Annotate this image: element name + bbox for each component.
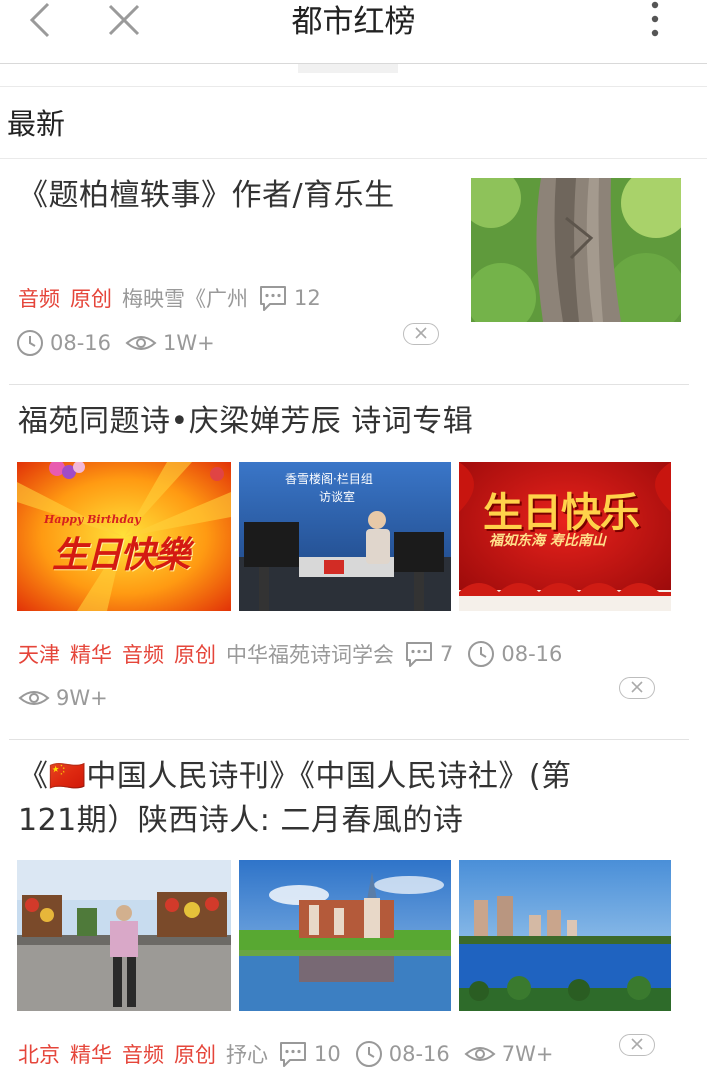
close-icon: [631, 1038, 643, 1050]
clock-icon: [468, 641, 495, 667]
dismiss-button[interactable]: [619, 677, 655, 699]
comment-count: 12: [294, 286, 321, 310]
article-image[interactable]: 香雪楼阁·栏目组 访谈室: [239, 462, 451, 611]
tag: 天津: [18, 643, 60, 667]
tag: 原创: [70, 287, 112, 311]
article-source: 中华福苑诗词学会: [226, 643, 394, 667]
divider: [0, 158, 707, 159]
article-meta: 08-16 1W+: [16, 326, 229, 360]
image-caption: Happy Birthday: [44, 513, 141, 526]
article-image[interactable]: [459, 860, 671, 1011]
article-image[interactable]: [17, 860, 231, 1011]
article-title[interactable]: 福苑同题诗•庆梁婵芳辰 诗词专辑: [18, 400, 473, 444]
view-count: 1W+: [163, 331, 215, 355]
image-caption: 访谈室: [319, 490, 356, 504]
eye-icon: [18, 691, 50, 705]
eye-icon: [125, 336, 157, 350]
image-caption: 福如东海 寿比南山: [489, 533, 606, 549]
comment-icon: [406, 642, 432, 667]
tag: 原创: [174, 643, 216, 667]
eye-icon: [464, 1047, 496, 1061]
top-nav-bar: 都市红榜: [0, 0, 707, 64]
article-title-line[interactable]: 《🇨🇳中国人民诗刊》《中国人民诗社》(第: [18, 755, 572, 799]
publish-date: 08-16: [501, 642, 563, 666]
clock-icon: [355, 1041, 382, 1067]
publish-date: 08-16: [388, 1042, 450, 1066]
article-image[interactable]: Happy Birthday 生日快樂: [17, 462, 231, 611]
dismiss-button[interactable]: [403, 323, 439, 345]
image-caption: 生日快樂: [52, 534, 190, 576]
comment-count: 7: [440, 642, 454, 666]
article-meta: 音频 原创 梅映雪《广州 12: [18, 281, 335, 315]
comment-icon: [260, 286, 286, 311]
more-vertical-icon: [651, 1, 659, 37]
article-source: 梅映雪《广州: [122, 287, 248, 311]
view-count: 7W+: [501, 1042, 554, 1066]
article-image[interactable]: 生日快乐 福如东海 寿比南山: [459, 462, 671, 611]
article-thumbnail[interactable]: [471, 178, 681, 322]
article-meta: 9W+: [18, 681, 122, 715]
view-count: 9W+: [56, 686, 108, 710]
tag: 音频: [122, 1043, 164, 1067]
close-icon: [631, 681, 643, 693]
article-meta: 天津 精华 音频 原创 中华福苑诗词学会 7 08-16: [18, 637, 576, 671]
dismiss-button[interactable]: [619, 1034, 655, 1056]
tag: 北京: [18, 1043, 60, 1067]
close-icon: [415, 327, 427, 339]
divider: [9, 384, 689, 385]
divider: [9, 739, 689, 740]
tag: 原创: [174, 1043, 216, 1067]
tag: 精华: [70, 643, 112, 667]
article-title-line[interactable]: 121期）陕西诗人: 二月春風的诗: [18, 799, 463, 843]
more-options-button[interactable]: [640, 0, 670, 40]
tag: 音频: [122, 643, 164, 667]
article-title[interactable]: 《题柏檀轶事》作者/育乐生: [18, 174, 395, 218]
article-meta: 北京 精华 音频 原创 抒心 10 08-16 7W+: [18, 1037, 568, 1071]
scroll-indicator: [298, 64, 398, 73]
section-title: 最新: [7, 107, 66, 141]
publish-date: 08-16: [50, 331, 112, 355]
page-title: 都市红榜: [291, 4, 416, 40]
divider: [0, 86, 707, 87]
comment-count: 10: [314, 1042, 341, 1066]
tag: 音频: [18, 287, 60, 311]
image-caption: 香雪楼阁·栏目组: [285, 472, 373, 486]
tag: 精华: [70, 1043, 112, 1067]
clock-icon: [17, 330, 43, 356]
article-source: 抒心: [226, 1043, 268, 1067]
article-image[interactable]: [239, 860, 451, 1011]
comment-icon: [280, 1042, 306, 1067]
